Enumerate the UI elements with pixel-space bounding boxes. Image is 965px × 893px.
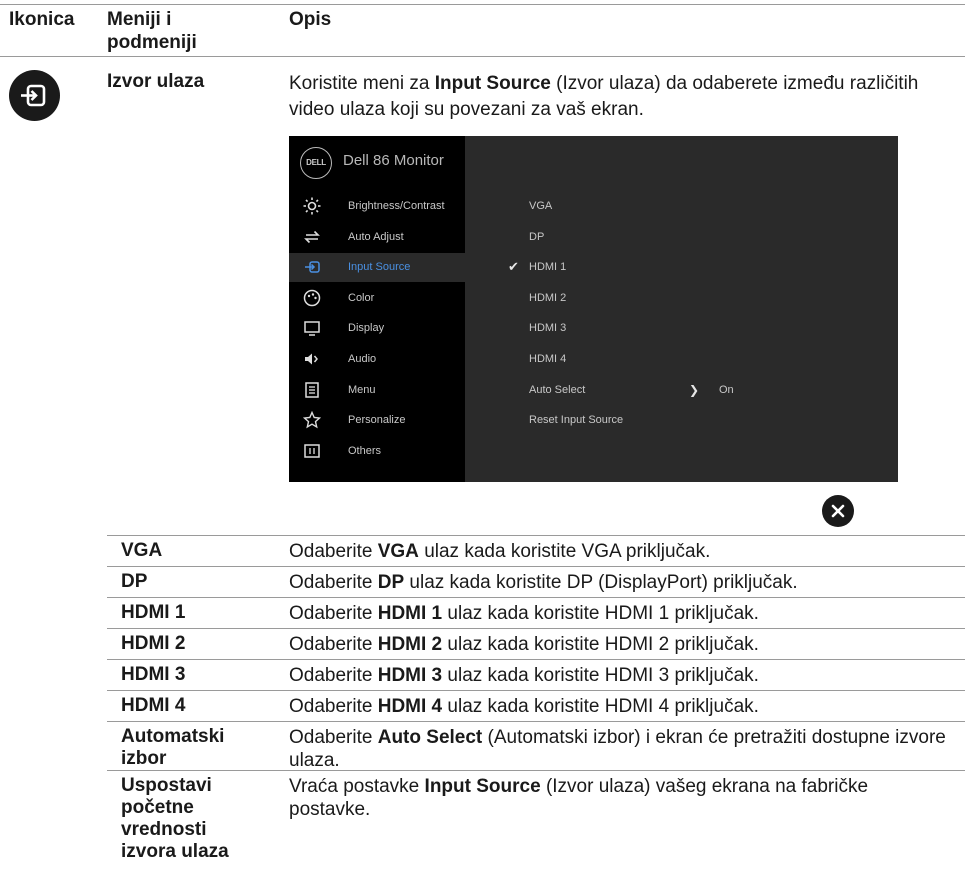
- osd-menu-item[interactable]: Color: [289, 284, 465, 313]
- osd-menu-label: Display: [348, 322, 385, 335]
- star-icon: [302, 410, 322, 429]
- chevron-right-icon: ❯: [689, 382, 700, 397]
- header-icon-column: Ikonica: [9, 9, 75, 30]
- submenu-name-line: HDMI 4: [121, 695, 186, 716]
- submenu-name: HDMI 3: [121, 664, 185, 686]
- osd-menu-label: Audio: [348, 353, 377, 365]
- menu-icon: [303, 381, 321, 399]
- submenu-name-line: HDMI 1: [121, 602, 186, 623]
- section-name: Izvor ulaza: [107, 71, 205, 92]
- osd-option[interactable]: HDMI 4: [529, 353, 566, 365]
- submenu-name: Uspostavi početne vrednosti izvora ulaza: [121, 775, 229, 863]
- table-row: DP Odaberite DP ulaz kada koristite DP (D…: [107, 566, 965, 597]
- submenu-name-line: vrednosti: [121, 819, 207, 840]
- submenu-name-line: Automatski: [121, 726, 225, 747]
- osd-options-panel: VGA DP HDMI 1 ✔ HDMI 2 HDMI 3 HDMI 4 Auto Selec…: [465, 136, 898, 482]
- osd-menu-item[interactable]: Others: [289, 437, 465, 466]
- osd-option[interactable]: HDMI 3: [529, 322, 566, 334]
- input-source-icon: [9, 70, 60, 121]
- table-row: HDMI 2 Odaberite HDMI 2 ulaz kada koristi…: [107, 628, 965, 659]
- table-row: Uspostavi početne vrednosti izvora ulaza Vra…: [107, 770, 965, 866]
- submenu-name-line: DP: [121, 571, 148, 592]
- header-rule-top: [0, 4, 965, 5]
- table-row: VGA Odaberite VGA ulaz kada koristite VGA…: [107, 535, 965, 566]
- submenu-name: DP: [121, 571, 147, 593]
- input-source-icon: [303, 258, 321, 276]
- submenu-table: VGA Odaberite VGA ulaz kada koristite VGA…: [107, 535, 965, 866]
- osd-title: Dell 86 Monitor: [343, 152, 444, 169]
- dell-logo: DELL: [300, 147, 332, 179]
- others-icon: [303, 442, 321, 460]
- submenu-name: Automatski izbor: [121, 726, 224, 770]
- submenu-name-line: HDMI 2: [121, 633, 186, 654]
- submenu-description: Odaberite HDMI 1 ulaz kada koristite HDM…: [289, 603, 759, 624]
- table-row: Automatski izbor Odaberite Auto Select (Au…: [107, 721, 965, 771]
- osd-option[interactable]: HDMI 2: [529, 292, 566, 304]
- osd-menu-label: Input Source: [348, 261, 411, 274]
- submenu-name-line: izbor: [121, 748, 167, 769]
- display-icon: [303, 319, 321, 337]
- osd-menu-label: Auto Adjust: [348, 230, 404, 243]
- submenu-name: HDMI 4: [121, 695, 185, 717]
- audio-icon: [303, 350, 321, 368]
- check-icon: ✔: [508, 259, 519, 275]
- submenu-name-line: izvora ulaza: [121, 841, 229, 862]
- table-row: HDMI 4 Odaberite HDMI 4 ulaz kada koristi…: [107, 690, 965, 721]
- osd-menu-label: Menu: [348, 383, 376, 396]
- color-icon: [303, 289, 321, 307]
- osd-menu-screenshot: DELL Dell 86 Monitor Brightness/Contrast…: [289, 136, 898, 482]
- osd-menu-item[interactable]: Audio: [289, 345, 465, 374]
- osd-menu-item[interactable]: Brightness/Contrast: [289, 192, 465, 221]
- osd-menu-label: Others: [348, 444, 382, 457]
- osd-option[interactable]: Auto Select: [529, 384, 585, 396]
- osd-menu-label: Color: [348, 291, 375, 304]
- submenu-description: Odaberite HDMI 4 ulaz kada koristite HDM…: [289, 696, 759, 717]
- header-menu-line2: podmeniji: [107, 32, 197, 53]
- submenu-name-line: Uspostavi: [121, 775, 212, 796]
- submenu-description: Odaberite DP ulaz kada koristite DP (Dis…: [289, 572, 798, 593]
- submenu-name: HDMI 2: [121, 633, 185, 655]
- osd-option[interactable]: HDMI 1: [529, 261, 566, 273]
- osd-menu-item[interactable]: Auto Adjust: [289, 223, 465, 252]
- brightness-icon: [303, 197, 321, 215]
- submenu-name: HDMI 1: [121, 602, 185, 624]
- osd-option[interactable]: VGA: [529, 200, 552, 212]
- submenu-description: Odaberite VGA ulaz kada koristite VGA pr…: [289, 541, 711, 562]
- submenu-name-line: HDMI 3: [121, 664, 186, 685]
- osd-menu-item[interactable]: Display: [289, 314, 465, 343]
- table-row: HDMI 3 Odaberite HDMI 3 ulaz kada koristi…: [107, 659, 965, 690]
- submenu-description: Odaberite HDMI 3 ulaz kada koristite HDM…: [289, 665, 759, 686]
- submenu-name-line: početne: [121, 797, 194, 818]
- auto-adjust-icon: [303, 228, 321, 246]
- submenu-description: Vraća postavke Input Source (Izvor ulaza…: [289, 776, 869, 820]
- osd-option[interactable]: Reset Input Source: [529, 414, 623, 426]
- table-row: HDMI 1 Odaberite HDMI 1 ulaz kada koristi…: [107, 597, 965, 628]
- submenu-name: VGA: [121, 540, 162, 562]
- osd-menu-item[interactable]: Menu: [289, 376, 465, 405]
- submenu-name-line: VGA: [121, 540, 163, 561]
- osd-menu-label: Personalize: [348, 414, 406, 427]
- osd-menu-item[interactable]: Input Source: [289, 253, 465, 283]
- osd-menu-item[interactable]: Personalize: [289, 406, 465, 435]
- header-menu-line1: Meniji i: [107, 9, 172, 30]
- auto-select-value: On: [719, 383, 734, 396]
- header-menu-column: Meniji i podmeniji: [107, 8, 197, 54]
- osd-sidebar: DELL Dell 86 Monitor Brightness/Contrast…: [289, 136, 465, 482]
- header-desc-column: Opis: [289, 9, 332, 30]
- section-intro: Koristite meni za Input Source (Izvor ul…: [289, 73, 919, 120]
- submenu-description: Odaberite Auto Select (Automatski izbor)…: [289, 727, 946, 771]
- submenu-description: Odaberite HDMI 2 ulaz kada koristite HDM…: [289, 634, 759, 655]
- close-icon[interactable]: [822, 495, 854, 527]
- header-rule-bottom: [0, 56, 965, 57]
- osd-menu-label: Brightness/Contrast: [348, 200, 445, 212]
- osd-option[interactable]: DP: [529, 231, 544, 243]
